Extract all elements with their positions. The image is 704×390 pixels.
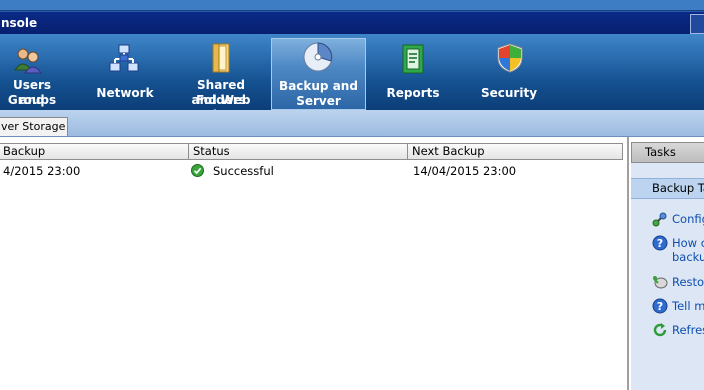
help-icon: ? [652,298,668,314]
help-icon: ? [652,235,668,251]
tab-shared-folders[interactable]: Shared Folders and Web Sites [175,34,267,122]
subtab-server-storage[interactable]: ver Storage [0,117,68,136]
cell-last-backup: 4/2015 23:00 [3,164,81,178]
tasks-section-header: Backup Ta [631,178,704,199]
task-configure[interactable]: Config [672,212,704,226]
success-check-icon [191,164,204,177]
column-header-status[interactable]: Status [189,143,408,160]
column-header-next-backup[interactable]: Next Backup [408,143,623,160]
task-how-configure-line2[interactable]: backu [672,250,704,264]
tab-users-and-groups[interactable]: Users and Groups [0,34,64,110]
window-title: nsole [1,16,38,30]
svg-text:?: ? [657,237,663,250]
users-icon [14,48,42,74]
folder-icon [212,43,230,73]
shield-icon [497,43,523,73]
tab-reports[interactable]: Reports [383,34,443,110]
refresh-icon [653,323,667,337]
cell-next-backup: 14/04/2015 23:00 [413,164,517,178]
tab-network[interactable]: Network [88,34,162,110]
tasks-pane: Tasks Backup Ta Config ? How c backu Res… [631,142,704,390]
navigation-ribbon: Users and Groups Network Shared Folders … [0,34,704,123]
tab-security-label: Security [480,86,538,100]
task-restore[interactable]: Restor [672,275,704,289]
tab-security[interactable]: Security [480,34,538,110]
title-bar-control[interactable] [690,14,704,34]
window-title-bar: nsole [0,11,704,34]
task-tell-me[interactable]: Tell m [672,299,704,313]
tab-users-label-2: Groups [7,93,57,107]
task-refresh[interactable]: Refres [672,323,704,337]
tasks-header: Tasks [631,142,704,163]
sub-tab-bar: ver Storage [0,110,704,137]
configure-icon [652,212,667,227]
tab-network-label: Network [96,86,154,100]
network-icon [109,44,139,72]
restore-icon [653,276,668,289]
backup-icon [303,42,333,72]
top-border-strip [0,0,704,11]
svg-text:?: ? [657,300,663,313]
reports-icon [402,44,424,74]
cell-status: Successful [213,164,274,178]
tab-backup-and-server-storage[interactable]: Backup and Server Storage [271,38,366,123]
column-header-backup[interactable]: Backup [0,143,189,160]
task-how-configure[interactable]: How c [672,236,704,250]
tab-reports-label: Reports [386,86,440,100]
tab-backup-label-1: Backup and [279,79,358,93]
backup-table: Backup Status Next Backup 4/2015 23:00 S… [0,137,629,390]
